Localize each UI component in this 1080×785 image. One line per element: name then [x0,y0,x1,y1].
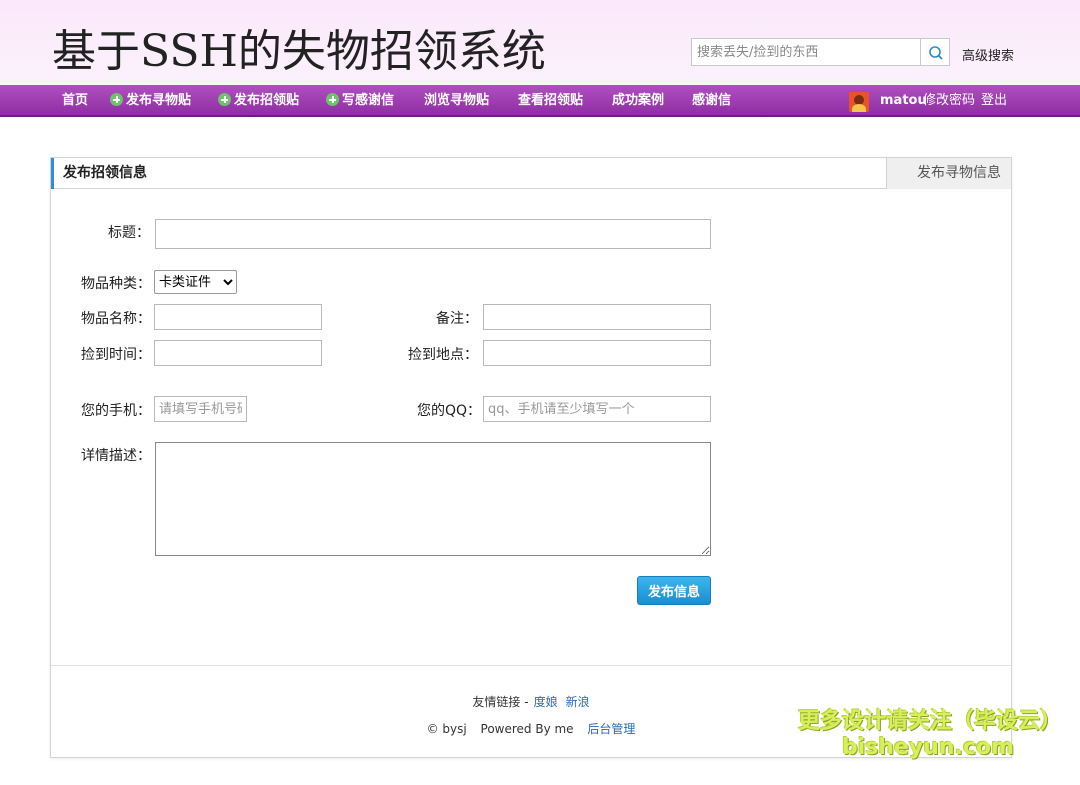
friend-links-label: 友情链接 - [472,695,529,709]
tab-post-lost-info[interactable]: 发布寻物信息 [886,158,1011,189]
search-icon [929,46,943,60]
nav-post-found-label: 发布招领贴 [234,93,300,108]
plus-circle-icon [218,93,231,106]
advanced-search-link[interactable]: 高级搜索 [962,45,1014,64]
footer-divider [51,665,1011,666]
header: 基于SSH的失物招领系统 高级搜索 [0,0,1080,85]
panel-header: 发布招领信息 发布寻物信息 [51,158,1011,189]
nav-write-thanks-label: 写感谢信 [342,93,395,108]
main-panel: 发布招领信息 发布寻物信息 标题： 物品种类： 卡类证件 物品名称： 备注： 捡… [50,157,1012,758]
search-button[interactable] [920,38,950,66]
nav-home[interactable]: 首页 [62,85,88,117]
category-select[interactable]: 卡类证件 [154,270,237,294]
search-input[interactable] [691,38,921,66]
watermark: 更多设计请关注（毕设云） bisheyun.com [798,708,1063,760]
item-name-input[interactable] [154,304,322,330]
found-time-label: 捡到时间： [81,347,151,363]
detail-textarea[interactable] [155,442,711,556]
nav-browse-lost[interactable]: 浏览寻物贴 [424,85,489,117]
username[interactable]: matou [880,85,927,117]
change-password-link[interactable]: 修改密码 [923,85,975,117]
nav-view-found[interactable]: 查看招领贴 [518,85,583,117]
nav-browse-lost-label: 浏览寻物贴 [424,93,490,108]
copyright-text: © bysj [426,722,467,736]
nav-thanks-letters-label: 感谢信 [692,93,732,108]
detail-label: 详情描述： [81,448,151,464]
avatar [849,92,869,112]
watermark-line2: bisheyun.com [841,735,1015,760]
submit-button[interactable]: 发布信息 [637,576,711,605]
nav-post-found[interactable]: 发布招领贴 [218,85,299,117]
admin-link[interactable]: 后台管理 [587,722,635,736]
item-name-label: 物品名称： [81,311,151,327]
nav-post-lost[interactable]: 发布寻物贴 [110,85,191,117]
friend-link-baidu[interactable]: 度娘 [534,695,558,709]
plus-circle-icon [110,93,123,106]
title-label: 标题： [108,225,150,241]
panel-title: 发布招领信息 [63,165,147,181]
plus-circle-icon [326,93,339,106]
remark-input[interactable] [483,304,711,330]
nav-write-thanks[interactable]: 写感谢信 [326,85,394,117]
found-place-input[interactable] [483,340,711,366]
watermark-line1: 更多设计请关注（毕设云） [798,709,1063,734]
qq-label: 您的QQ： [417,403,482,419]
friend-link-sina[interactable]: 新浪 [566,695,590,709]
nav-success-cases[interactable]: 成功案例 [612,85,664,117]
category-label: 物品种类： [81,276,151,292]
panel-accent-bar [51,158,54,189]
nav-success-cases-label: 成功案例 [612,93,665,108]
nav-home-label: 首页 [62,93,89,108]
nav-post-lost-label: 发布寻物贴 [126,93,192,108]
found-place-label: 捡到地点： [408,347,478,363]
title-input[interactable] [155,219,711,249]
nav-thanks-letters[interactable]: 感谢信 [692,85,731,117]
powered-by-text: Powered By me [480,722,574,736]
remark-label: 备注： [436,311,478,327]
phone-input[interactable] [154,396,247,422]
phone-label: 您的手机： [81,403,151,419]
qq-input[interactable] [483,396,711,422]
site-title: 基于SSH的失物招领系统 [52,26,546,77]
found-time-input[interactable] [154,340,322,366]
nav-view-found-label: 查看招领贴 [518,93,584,108]
logout-link[interactable]: 登出 [981,85,1007,117]
